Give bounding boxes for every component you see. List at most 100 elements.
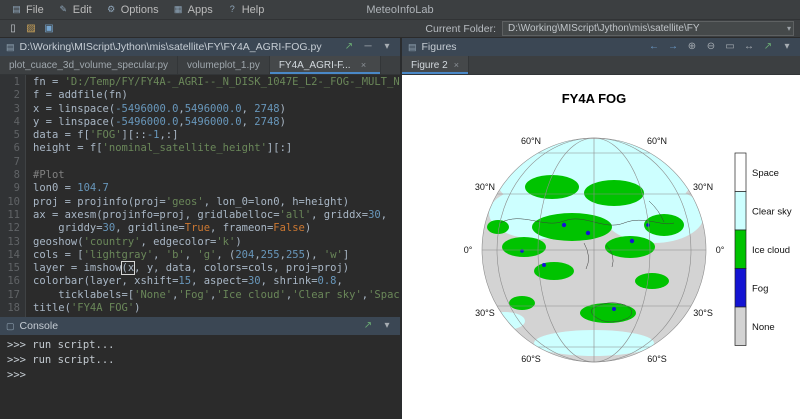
editor-tabs: plot_cuace_3d_volume_specular.pyvolumepl… [0,56,400,75]
open-folder-icon[interactable]: ▨ [24,24,38,34]
menu-apps[interactable]: ▦Apps [166,0,220,19]
figures-title: Figures [422,41,457,53]
toolbar: ▯ ▨ ▣ Current Folder: D:\Working\MIScript\… [0,20,800,38]
console-icon: ▢ [6,321,15,332]
code-line: title('FY4A FOG') [33,302,400,315]
chevron-down-icon[interactable]: ▾ [380,42,394,52]
current-folder-path: D:\Working\MIScript\Jython\mis\satellite… [508,23,700,34]
colorbar-label: Fog [752,283,768,294]
code-line: f = addfile(fn) [33,89,400,102]
line-number: 12 [0,222,20,235]
colorbar-label: Ice cloud [752,245,790,256]
expand-icon[interactable]: ↗ [342,42,356,52]
meteoinfolab-window: ▤File✎Edit⚙Options▦Apps?Help MeteoInfoLa… [0,0,800,419]
colorbar-label: Clear sky [752,206,792,217]
figures-header: ▤ Figures ←→⊕⊖▭↔↗▾ [402,38,800,56]
colorbar-segment [735,230,746,269]
menu-label: File [26,4,44,16]
line-number: 17 [0,289,20,302]
code-editor[interactable]: fn = 'D:/Temp/FY/FY4A-_AGRI--_N_DISK_104… [26,75,400,317]
code-line: colorbar(layer, xshift=15, aspect=30, sh… [33,275,400,288]
current-folder-combobox[interactable]: D:\Working\MIScript\Jython\mis\satellite… [502,21,794,36]
figure-tab[interactable]: Figure 2 × [402,56,469,74]
line-number: 3 [0,103,20,116]
figure-canvas[interactable]: FY4A FOG [402,75,800,419]
arrow-left-icon[interactable]: ← [647,42,661,52]
console-output[interactable]: >>> run script...>>> run script...>>> [0,335,400,419]
chevron-down-icon[interactable]: ▾ [380,321,394,331]
line-number: 18 [0,302,20,315]
new-file-icon[interactable]: ▯ [6,24,20,34]
main-split: ▤ D:\Working\MIScript\Jython\mis\satelli… [0,38,800,419]
menu-help[interactable]: ?Help [220,0,272,19]
graticule-label: 60°S [521,354,541,364]
edit-icon: ✎ [58,5,69,14]
line-number: 14 [0,249,20,262]
expand-icon[interactable]: ↗ [361,321,375,331]
menu-label: Options [121,4,159,16]
editor-file-path: D:\Working\MIScript\Jython\mis\satellite… [20,41,322,53]
zoom-in-icon[interactable]: ⊕ [685,42,699,52]
menu-label: Apps [188,4,213,16]
colorbar-segment [735,192,746,231]
graticule-label: 30°N [693,182,713,192]
code-line: ticklabels=['None','Fog','Ice cloud','Cl… [33,289,400,302]
editor-header-icons: ↗ ─ ▾ [342,42,394,52]
menu-bar: ▤File✎Edit⚙Options▦Apps?Help MeteoInfoLa… [0,0,800,20]
line-number: 8 [0,169,20,182]
current-folder-box: Current Folder: D:\Working\MIScript\Jyth… [425,21,794,36]
chevron-down-icon[interactable]: ▾ [780,42,794,52]
menu-file[interactable]: ▤File [4,0,51,19]
graticule-label: 60°N [647,136,667,146]
code-line: y = linspace(-5496000.0,5496000.0, 2748) [33,116,400,129]
code-line: cols = ['lightgray', 'b', 'g', (204,255,… [33,249,400,262]
colorbar-label: None [752,322,775,333]
options-icon: ⚙ [106,5,117,14]
code-line: #Plot [33,169,400,182]
editor-tab[interactable]: FY4A_AGRI-F... × [270,56,381,74]
console-header: ▢ Console ↗▾ [0,317,400,335]
line-number: 9 [0,182,20,195]
figures-panel: ▤ Figures ←→⊕⊖▭↔↗▾ Figure 2 × FY4A FOG [402,38,800,419]
console-line: >>> run script... [7,338,393,353]
line-number: 2 [0,89,20,102]
console-title: Console [20,320,59,332]
code-line: lon0 = 104.7 [33,182,400,195]
line-number-gutter: 123456789101112131415161718 [0,75,26,317]
fit-icon[interactable]: ▭ [723,42,737,52]
expand-icon[interactable]: ↗ [761,42,775,52]
console-header-icons: ↗▾ [361,321,394,331]
colorbar-segment [735,269,746,308]
current-folder-label: Current Folder: [425,23,496,35]
figure-tab-label: Figure 2 [411,60,448,71]
code-line: griddy=30, gridline=True, frameon=False) [33,222,400,235]
line-number: 13 [0,236,20,249]
figure-tabs: Figure 2 × [402,56,800,75]
code-line: ax = axesm(projinfo=proj, gridlabelloc='… [33,209,400,222]
save-icon[interactable]: ▣ [42,24,56,34]
line-number: 6 [0,142,20,155]
help-icon: ? [227,5,238,14]
tab-label: FY4A_AGRI-F... [279,60,351,71]
line-number: 1 [0,76,20,89]
close-icon[interactable]: × [357,61,371,70]
graticule-label: 30°S [475,308,495,318]
arrow-right-icon[interactable]: → [666,42,680,52]
editor-tab[interactable]: plot_cuace_3d_volume_specular.py [0,56,178,74]
graticule-label: 30°N [475,182,495,192]
minimize-icon[interactable]: ─ [361,42,375,52]
zoom-out-icon[interactable]: ⊖ [704,42,718,52]
chevron-down-icon[interactable]: ▾ [783,24,791,33]
close-icon[interactable]: × [454,60,459,70]
menu-label: Edit [73,4,92,16]
line-number: 4 [0,116,20,129]
menu-options[interactable]: ⚙ Options [99,0,166,19]
pan-icon[interactable]: ↔ [742,42,756,52]
graticule-label: 0° [464,245,473,255]
colorbar-segment [735,307,746,346]
editor-tab[interactable]: volumeplot_1.py [178,56,270,74]
code-line [33,156,400,169]
graticule-label: 0° [716,245,725,255]
code-line: proj = projinfo(proj='geos', lon_0=lon0,… [33,196,400,209]
menu-edit[interactable]: ✎ Edit [51,0,99,19]
